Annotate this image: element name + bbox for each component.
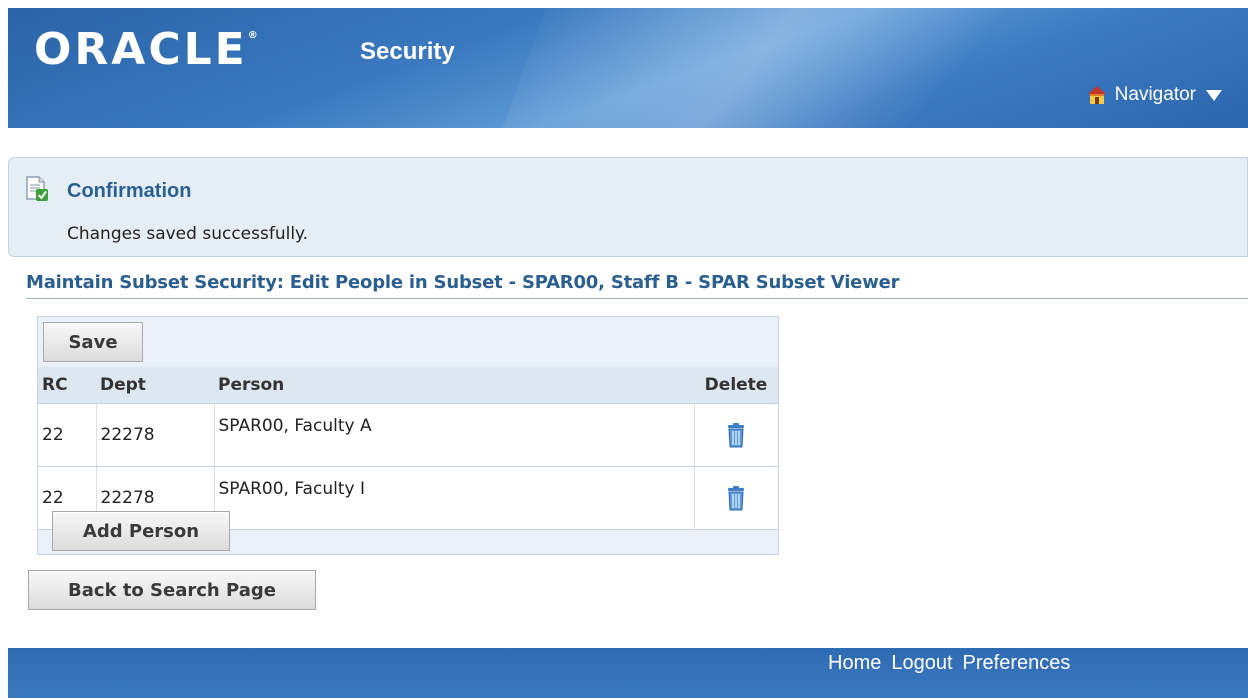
confirmation-title: Confirmation: [67, 180, 192, 202]
save-button[interactable]: Save: [43, 322, 143, 362]
cell-delete: [694, 466, 778, 530]
footer-bar: Home Logout Preferences: [8, 648, 1248, 698]
column-header-delete: Delete: [694, 367, 778, 404]
confirmation-document-check-icon: [26, 176, 48, 201]
footer-link-logout[interactable]: Logout: [891, 652, 952, 675]
cell-dept: 22278: [96, 403, 215, 467]
add-person-button[interactable]: Add Person: [52, 511, 230, 551]
page: ORACLE® Security Navigator Confirmation …: [0, 0, 1248, 698]
people-table: RC Dept Person Delete 22 22278 SPAR00, F…: [38, 367, 778, 530]
trash-icon[interactable]: [726, 485, 746, 511]
navigator-menu[interactable]: Navigator: [1087, 84, 1222, 106]
registered-mark: ®: [247, 30, 258, 41]
back-to-search-button[interactable]: Back to Search Page: [28, 570, 316, 610]
chevron-down-icon: [1206, 89, 1222, 101]
cell-delete: [694, 403, 778, 467]
footer-links: Home Logout Preferences: [828, 652, 1070, 675]
top-strip: [0, 0, 1248, 8]
app-title: Security: [360, 38, 455, 65]
navigator-label: Navigator: [1114, 84, 1196, 105]
cell-person: SPAR00, Faculty A: [214, 403, 695, 467]
column-header-dept: Dept: [96, 367, 214, 404]
trash-icon[interactable]: [726, 422, 746, 448]
oracle-logo-text: ORACLE: [34, 24, 248, 75]
footer-link-home[interactable]: Home: [828, 652, 881, 675]
cell-person: SPAR00, Faculty I: [214, 466, 695, 530]
column-header-rc: RC: [38, 367, 96, 404]
oracle-logo: ORACLE®: [34, 24, 258, 75]
column-header-person: Person: [214, 367, 694, 404]
footer-link-preferences[interactable]: Preferences: [963, 652, 1071, 675]
app-header: ORACLE® Security Navigator: [8, 8, 1248, 128]
header-sheen: [495, 8, 1081, 128]
cell-rc: 22: [38, 403, 97, 467]
confirmation-message: Confirmation Changes saved successfully.: [8, 157, 1248, 257]
table-header-row: RC Dept Person Delete: [38, 367, 778, 404]
confirmation-text: Changes saved successfully.: [67, 224, 309, 244]
page-title: Maintain Subset Security: Edit People in…: [26, 272, 1248, 299]
people-table-region: Save RC Dept Person Delete 22 22278 SPAR…: [37, 316, 779, 555]
table-row: 22 22278 SPAR00, Faculty A: [38, 403, 778, 467]
home-icon: [1087, 86, 1106, 104]
